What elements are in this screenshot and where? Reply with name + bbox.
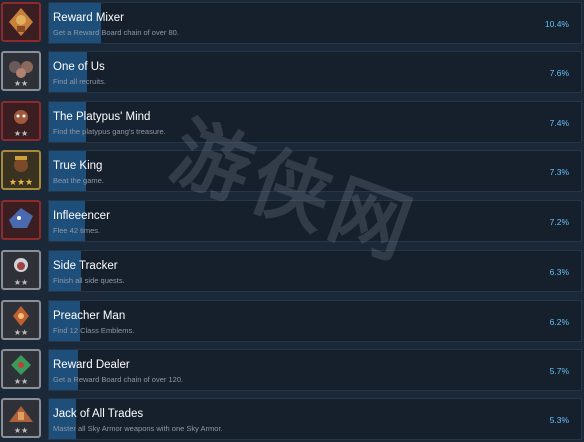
achievement-panel: True King Beat the game. 7.3% xyxy=(48,150,582,192)
achievement-percent: 7.3% xyxy=(549,167,569,177)
achievement-title: Reward Dealer xyxy=(53,359,130,371)
achievement-panel: The Platypus' Mind Find the platypus gan… xyxy=(48,101,582,143)
svg-text:★★: ★★ xyxy=(14,426,28,435)
achievement-description: Finish all side quests. xyxy=(53,276,125,285)
achievement-row[interactable]: ★★★ True King Beat the game. 7.3% xyxy=(0,148,584,194)
infleeencer-icon xyxy=(1,200,41,240)
achievement-percent: 6.3% xyxy=(549,267,569,277)
achievement-title: Reward Mixer xyxy=(53,12,124,24)
one-of-us-icon: ★★ xyxy=(1,51,41,91)
achievement-panel: Side Tracker Finish all side quests. 6.3… xyxy=(48,250,582,292)
achievement-panel: One of Us Find all recruits. 7.6% xyxy=(48,51,582,93)
achievement-panel: Reward Dealer Get a Reward Board chain o… xyxy=(48,349,582,391)
achievement-title: The Platypus' Mind xyxy=(53,111,151,123)
achievement-title: One of Us xyxy=(53,61,105,73)
achievement-description: Get a Reward Board chain of over 80. xyxy=(53,28,179,37)
achievement-panel: Infleeencer Flee 42 times. 7.2% xyxy=(48,200,582,242)
achievement-description: Find the platypus gang's treasure. xyxy=(53,127,166,136)
achievement-panel: Reward Mixer Get a Reward Board chain of… xyxy=(48,2,582,44)
achievement-description: Find all recruits. xyxy=(53,77,106,86)
svg-text:★★: ★★ xyxy=(14,328,28,337)
svg-text:★★: ★★ xyxy=(14,278,28,287)
achievement-title: Jack of All Trades xyxy=(53,408,144,420)
achievement-description: Find 12 Class Emblems. xyxy=(53,326,135,335)
achievement-description: Flee 42 times. xyxy=(53,226,101,235)
achievement-title: True King xyxy=(53,160,103,172)
achievement-row[interactable]: Reward Mixer Get a Reward Board chain of… xyxy=(0,0,584,46)
achievement-percent: 7.2% xyxy=(549,217,569,227)
reward-mixer-icon xyxy=(1,2,41,42)
jack-of-all-trades-icon: ★★ xyxy=(1,398,41,438)
achievement-percent: 10.4% xyxy=(544,19,569,29)
achievement-row[interactable]: ★★ Reward Dealer Get a Reward Board chai… xyxy=(0,347,584,393)
achievement-row[interactable]: Infleeencer Flee 42 times. 7.2% xyxy=(0,198,584,244)
achievement-panel: Jack of All Trades Master all Sky Armor … xyxy=(48,398,582,440)
preacher-man-icon: ★★ xyxy=(1,300,41,340)
achievement-percent: 5.3% xyxy=(549,415,569,425)
achievement-description: Master all Sky Armor weapons with one Sk… xyxy=(53,424,223,433)
svg-text:★★: ★★ xyxy=(14,377,28,386)
svg-text:★★★: ★★★ xyxy=(9,178,33,188)
achievement-title: Side Tracker xyxy=(53,260,118,272)
achievement-percent: 7.4% xyxy=(549,118,569,128)
achievement-description: Beat the game. xyxy=(53,176,104,185)
achievement-percent: 5.7% xyxy=(549,366,569,376)
achievement-title: Preacher Man xyxy=(53,310,126,322)
achievement-panel: Preacher Man Find 12 Class Emblems. 6.2% xyxy=(48,300,582,342)
achievement-row[interactable]: ★★ The Platypus' Mind Find the platypus … xyxy=(0,99,584,145)
achievement-row[interactable]: ★★ Jack of All Trades Master all Sky Arm… xyxy=(0,396,584,442)
achievement-row[interactable]: ★★ Preacher Man Find 12 Class Emblems. 6… xyxy=(0,298,584,344)
platypus-mind-icon: ★★ xyxy=(1,101,41,141)
achievement-percent: 7.6% xyxy=(549,68,569,78)
achievement-row[interactable]: ★★ Side Tracker Finish all side quests. … xyxy=(0,248,584,294)
achievement-description: Get a Reward Board chain of over 120. xyxy=(53,375,184,384)
achievement-title: Infleeencer xyxy=(53,210,110,222)
side-tracker-icon: ★★ xyxy=(1,250,41,290)
svg-text:★★: ★★ xyxy=(14,129,28,138)
true-king-icon: ★★★ xyxy=(1,150,41,190)
achievement-row[interactable]: ★★ One of Us Find all recruits. 7.6% xyxy=(0,49,584,95)
reward-dealer-icon: ★★ xyxy=(1,349,41,389)
achievement-percent: 6.2% xyxy=(549,317,569,327)
svg-text:★★: ★★ xyxy=(14,79,28,88)
